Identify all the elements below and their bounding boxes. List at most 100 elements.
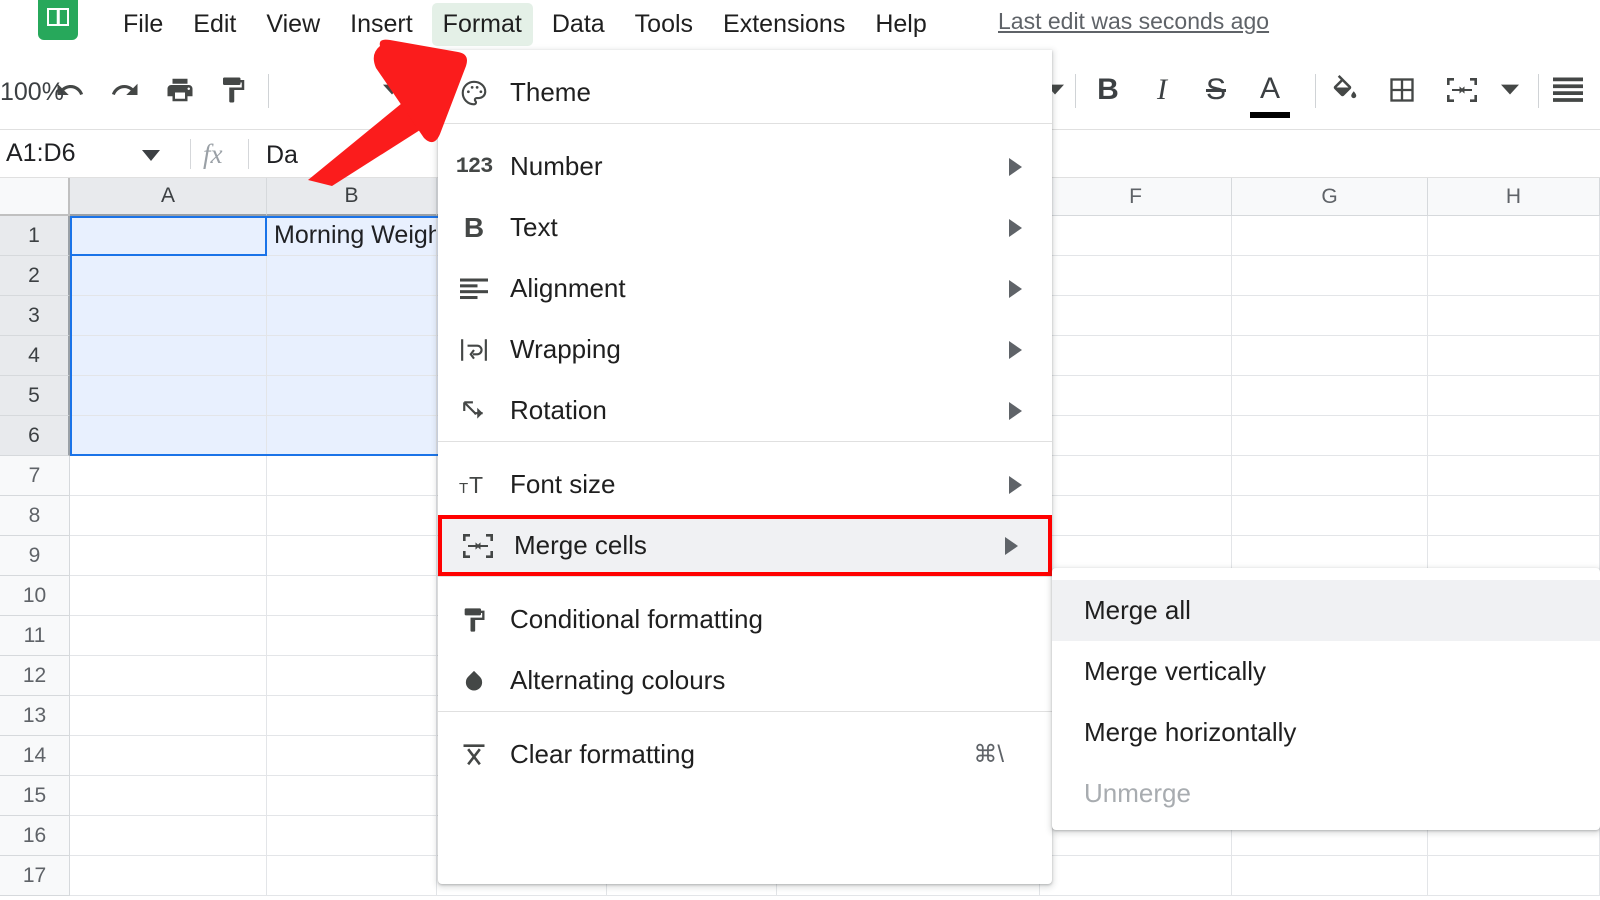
- cell-B6[interactable]: [267, 416, 437, 456]
- cell-B13[interactable]: [267, 696, 437, 736]
- row-header-17[interactable]: 17: [0, 856, 70, 896]
- row-header-8[interactable]: 8: [0, 496, 70, 536]
- cell-F7[interactable]: [1040, 456, 1232, 496]
- cell-H5[interactable]: [1428, 376, 1600, 416]
- menu-item-insert[interactable]: Insert: [339, 3, 424, 46]
- merge-cells-icon[interactable]: [1442, 70, 1482, 110]
- format-menu-item-merge-cells[interactable]: Merge cells: [438, 515, 1052, 576]
- format-dropdown-menu[interactable]: Theme123NumberBTextAlignmentWrappingRota…: [438, 50, 1052, 884]
- paint-format-icon[interactable]: [213, 70, 253, 110]
- merge-option-merge-all[interactable]: Merge all: [1052, 580, 1600, 641]
- row-header-10[interactable]: 10: [0, 576, 70, 616]
- merge-option-merge-horizontally[interactable]: Merge horizontally: [1052, 702, 1600, 763]
- cell-G2[interactable]: [1232, 256, 1428, 296]
- cell-H2[interactable]: [1428, 256, 1600, 296]
- cell-B5[interactable]: [267, 376, 437, 416]
- column-header-H[interactable]: H: [1428, 178, 1600, 216]
- cell-A5[interactable]: [70, 376, 267, 416]
- cell-F4[interactable]: [1040, 336, 1232, 376]
- format-menu-item-conditional-formatting[interactable]: Conditional formatting: [438, 589, 1052, 650]
- cell-A3[interactable]: [70, 296, 267, 336]
- italic-button[interactable]: I: [1142, 70, 1182, 110]
- merge-chevron-down-icon[interactable]: [1490, 70, 1530, 110]
- cell-A8[interactable]: [70, 496, 267, 536]
- cell-G6[interactable]: [1232, 416, 1428, 456]
- menu-item-data[interactable]: Data: [541, 3, 616, 46]
- cell-G3[interactable]: [1232, 296, 1428, 336]
- row-header-15[interactable]: 15: [0, 776, 70, 816]
- cell-A12[interactable]: [70, 656, 267, 696]
- redo-icon[interactable]: [105, 70, 145, 110]
- zoom-level[interactable]: 100%: [0, 78, 64, 107]
- cell-A2[interactable]: [70, 256, 267, 296]
- cell-B8[interactable]: [267, 496, 437, 536]
- cell-B1[interactable]: Morning Weight: [267, 216, 437, 256]
- column-header-G[interactable]: G: [1232, 178, 1428, 216]
- cell-B11[interactable]: [267, 616, 437, 656]
- format-menu-item-theme[interactable]: Theme: [438, 62, 1052, 123]
- cell-A15[interactable]: [70, 776, 267, 816]
- menu-item-file[interactable]: File: [112, 3, 174, 46]
- cell-A13[interactable]: [70, 696, 267, 736]
- cell-A1[interactable]: Date: [70, 216, 267, 256]
- row-header-9[interactable]: 9: [0, 536, 70, 576]
- cell-F6[interactable]: [1040, 416, 1232, 456]
- cell-B7[interactable]: [267, 456, 437, 496]
- name-box[interactable]: A1:D6: [0, 130, 178, 177]
- cell-A11[interactable]: [70, 616, 267, 656]
- format-menu-item-font-size[interactable]: TTFont size: [438, 454, 1052, 515]
- format-menu-item-number[interactable]: 123Number: [438, 136, 1052, 197]
- cell-H8[interactable]: [1428, 496, 1600, 536]
- cell-F1[interactable]: [1040, 216, 1232, 256]
- cell-G7[interactable]: [1232, 456, 1428, 496]
- format-menu-item-alternating-colours[interactable]: Alternating colours: [438, 650, 1052, 711]
- menu-item-view[interactable]: View: [255, 3, 331, 46]
- format-menu-item-clear-formatting[interactable]: Clear formatting⌘\: [438, 724, 1052, 785]
- format-menu-item-text[interactable]: BText: [438, 197, 1052, 258]
- row-header-6[interactable]: 6: [0, 416, 70, 456]
- cell-F8[interactable]: [1040, 496, 1232, 536]
- cell-A7[interactable]: [70, 456, 267, 496]
- sheets-logo-icon[interactable]: [38, 0, 78, 40]
- cell-A16[interactable]: [70, 816, 267, 856]
- menu-item-help[interactable]: Help: [864, 3, 937, 46]
- cell-H1[interactable]: [1428, 216, 1600, 256]
- cell-H7[interactable]: [1428, 456, 1600, 496]
- merge-option-merge-vertically[interactable]: Merge vertically: [1052, 641, 1600, 702]
- column-header-F[interactable]: F: [1040, 178, 1232, 216]
- row-header-7[interactable]: 7: [0, 456, 70, 496]
- cell-B16[interactable]: [267, 816, 437, 856]
- format-menu-item-wrapping[interactable]: Wrapping: [438, 319, 1052, 380]
- last-edit-status[interactable]: Last edit was seconds ago: [998, 8, 1269, 35]
- cell-G1[interactable]: [1232, 216, 1428, 256]
- cell-H4[interactable]: [1428, 336, 1600, 376]
- cell-B14[interactable]: [267, 736, 437, 776]
- cell-A14[interactable]: [70, 736, 267, 776]
- cell-A4[interactable]: [70, 336, 267, 376]
- cell-B15[interactable]: [267, 776, 437, 816]
- cell-F5[interactable]: [1040, 376, 1232, 416]
- format-menu-item-rotation[interactable]: Rotation: [438, 380, 1052, 441]
- fill-color-icon[interactable]: [1325, 70, 1365, 110]
- cell-G4[interactable]: [1232, 336, 1428, 376]
- row-header-3[interactable]: 3: [0, 296, 70, 336]
- cell-A17[interactable]: [70, 856, 267, 896]
- cell-B2[interactable]: [267, 256, 437, 296]
- column-header-A[interactable]: A: [70, 178, 267, 216]
- column-header-B[interactable]: B: [267, 178, 437, 216]
- horizontal-align-icon[interactable]: [1548, 70, 1588, 110]
- bold-button[interactable]: B: [1088, 70, 1128, 110]
- cell-H17[interactable]: [1428, 856, 1600, 896]
- row-header-4[interactable]: 4: [0, 336, 70, 376]
- cell-G8[interactable]: [1232, 496, 1428, 536]
- row-header-16[interactable]: 16: [0, 816, 70, 856]
- cell-H6[interactable]: [1428, 416, 1600, 456]
- formula-input[interactable]: Da: [266, 141, 298, 170]
- cell-A9[interactable]: [70, 536, 267, 576]
- cell-F17[interactable]: [1040, 856, 1232, 896]
- print-icon[interactable]: [160, 70, 200, 110]
- cell-B9[interactable]: [267, 536, 437, 576]
- row-header-2[interactable]: 2: [0, 256, 70, 296]
- cell-A10[interactable]: [70, 576, 267, 616]
- zoom-chevron-down-icon[interactable]: [372, 70, 412, 110]
